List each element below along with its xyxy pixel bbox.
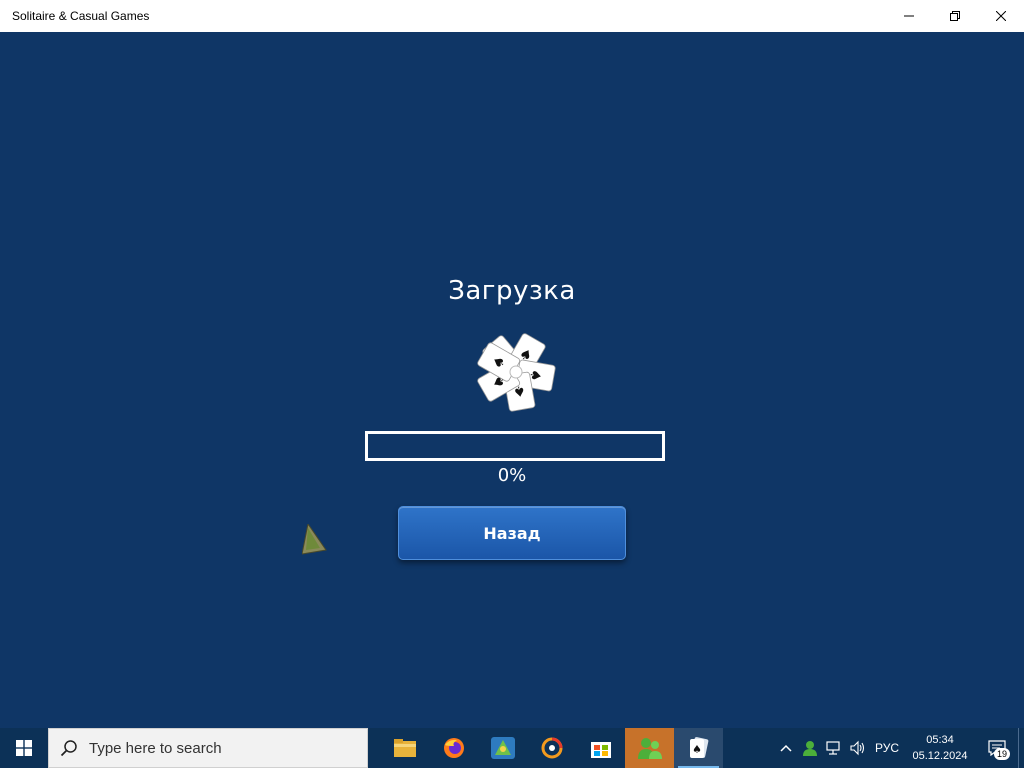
game-app-icon (490, 737, 515, 759)
taskbar-file-explorer[interactable] (380, 728, 429, 768)
progress-percent-text: 0% (497, 465, 527, 486)
user-tray-icon (803, 741, 817, 756)
spade-cards-icon: ♠ ♠ ♠ ♠ ♠ ♠ (477, 333, 556, 412)
search-icon (49, 728, 89, 768)
svg-text:♠: ♠ (692, 743, 702, 756)
speaker-icon (850, 740, 865, 756)
window-title: Solitaire & Casual Games (12, 9, 150, 23)
tray-user-app[interactable] (798, 728, 822, 768)
taskbar: Type here to search ♠ РУС 05:34 05.12.20… (0, 728, 1024, 768)
close-icon (996, 11, 1006, 21)
network-icon (826, 741, 840, 755)
notification-count-badge: 19 (993, 748, 1010, 760)
file-explorer-icon (393, 739, 416, 757)
input-language-indicator[interactable]: РУС (870, 741, 904, 755)
title-bar: Solitaire & Casual Games (0, 0, 1024, 32)
tray-network[interactable] (822, 728, 846, 768)
minimize-icon (904, 15, 914, 17)
taskbar-microsoft-store[interactable] (576, 728, 625, 768)
game-loading-screen: Загрузка ♠ ♠ ♠ ♠ ♠ ♠ 0% Назад (0, 32, 1024, 728)
minimize-button[interactable] (886, 0, 932, 32)
back-button[interactable]: Назад (398, 506, 626, 560)
chevron-up-icon (780, 744, 792, 752)
taskbar-solitaire-app[interactable]: ♠ (674, 728, 723, 768)
restore-icon (950, 11, 960, 21)
taskbar-media-player[interactable] (527, 728, 576, 768)
taskbar-firefox[interactable] (429, 728, 478, 768)
close-button[interactable] (978, 0, 1024, 32)
taskbar-users-app[interactable] (625, 728, 674, 768)
microsoft-store-icon (590, 742, 611, 758)
users-app-icon (637, 738, 662, 759)
search-placeholder: Type here to search (89, 739, 222, 757)
taskbar-search-box[interactable]: Type here to search (48, 728, 368, 768)
system-tray: РУС 05:34 05.12.2024 19 (774, 728, 1024, 768)
firefox-icon (443, 738, 464, 758)
windows-icon (16, 740, 32, 756)
solitaire-app-icon: ♠ (689, 737, 708, 758)
tray-volume[interactable] (846, 728, 870, 768)
loading-progress-bar (365, 431, 665, 461)
taskbar-game-app[interactable] (478, 728, 527, 768)
clock-time: 05:34 (926, 734, 954, 746)
taskbar-clock[interactable]: 05:34 05.12.2024 (904, 732, 976, 764)
start-button[interactable] (0, 728, 48, 768)
clock-date: 05.12.2024 (912, 750, 968, 762)
loading-title: Загрузка (448, 276, 576, 306)
show-desktop-button[interactable] (1018, 728, 1024, 768)
media-player-icon (541, 737, 562, 759)
action-center-button[interactable]: 19 (976, 728, 1018, 768)
custom-cursor-icon (302, 524, 327, 555)
show-hidden-icons-button[interactable] (774, 728, 798, 768)
restore-button[interactable] (932, 0, 978, 32)
